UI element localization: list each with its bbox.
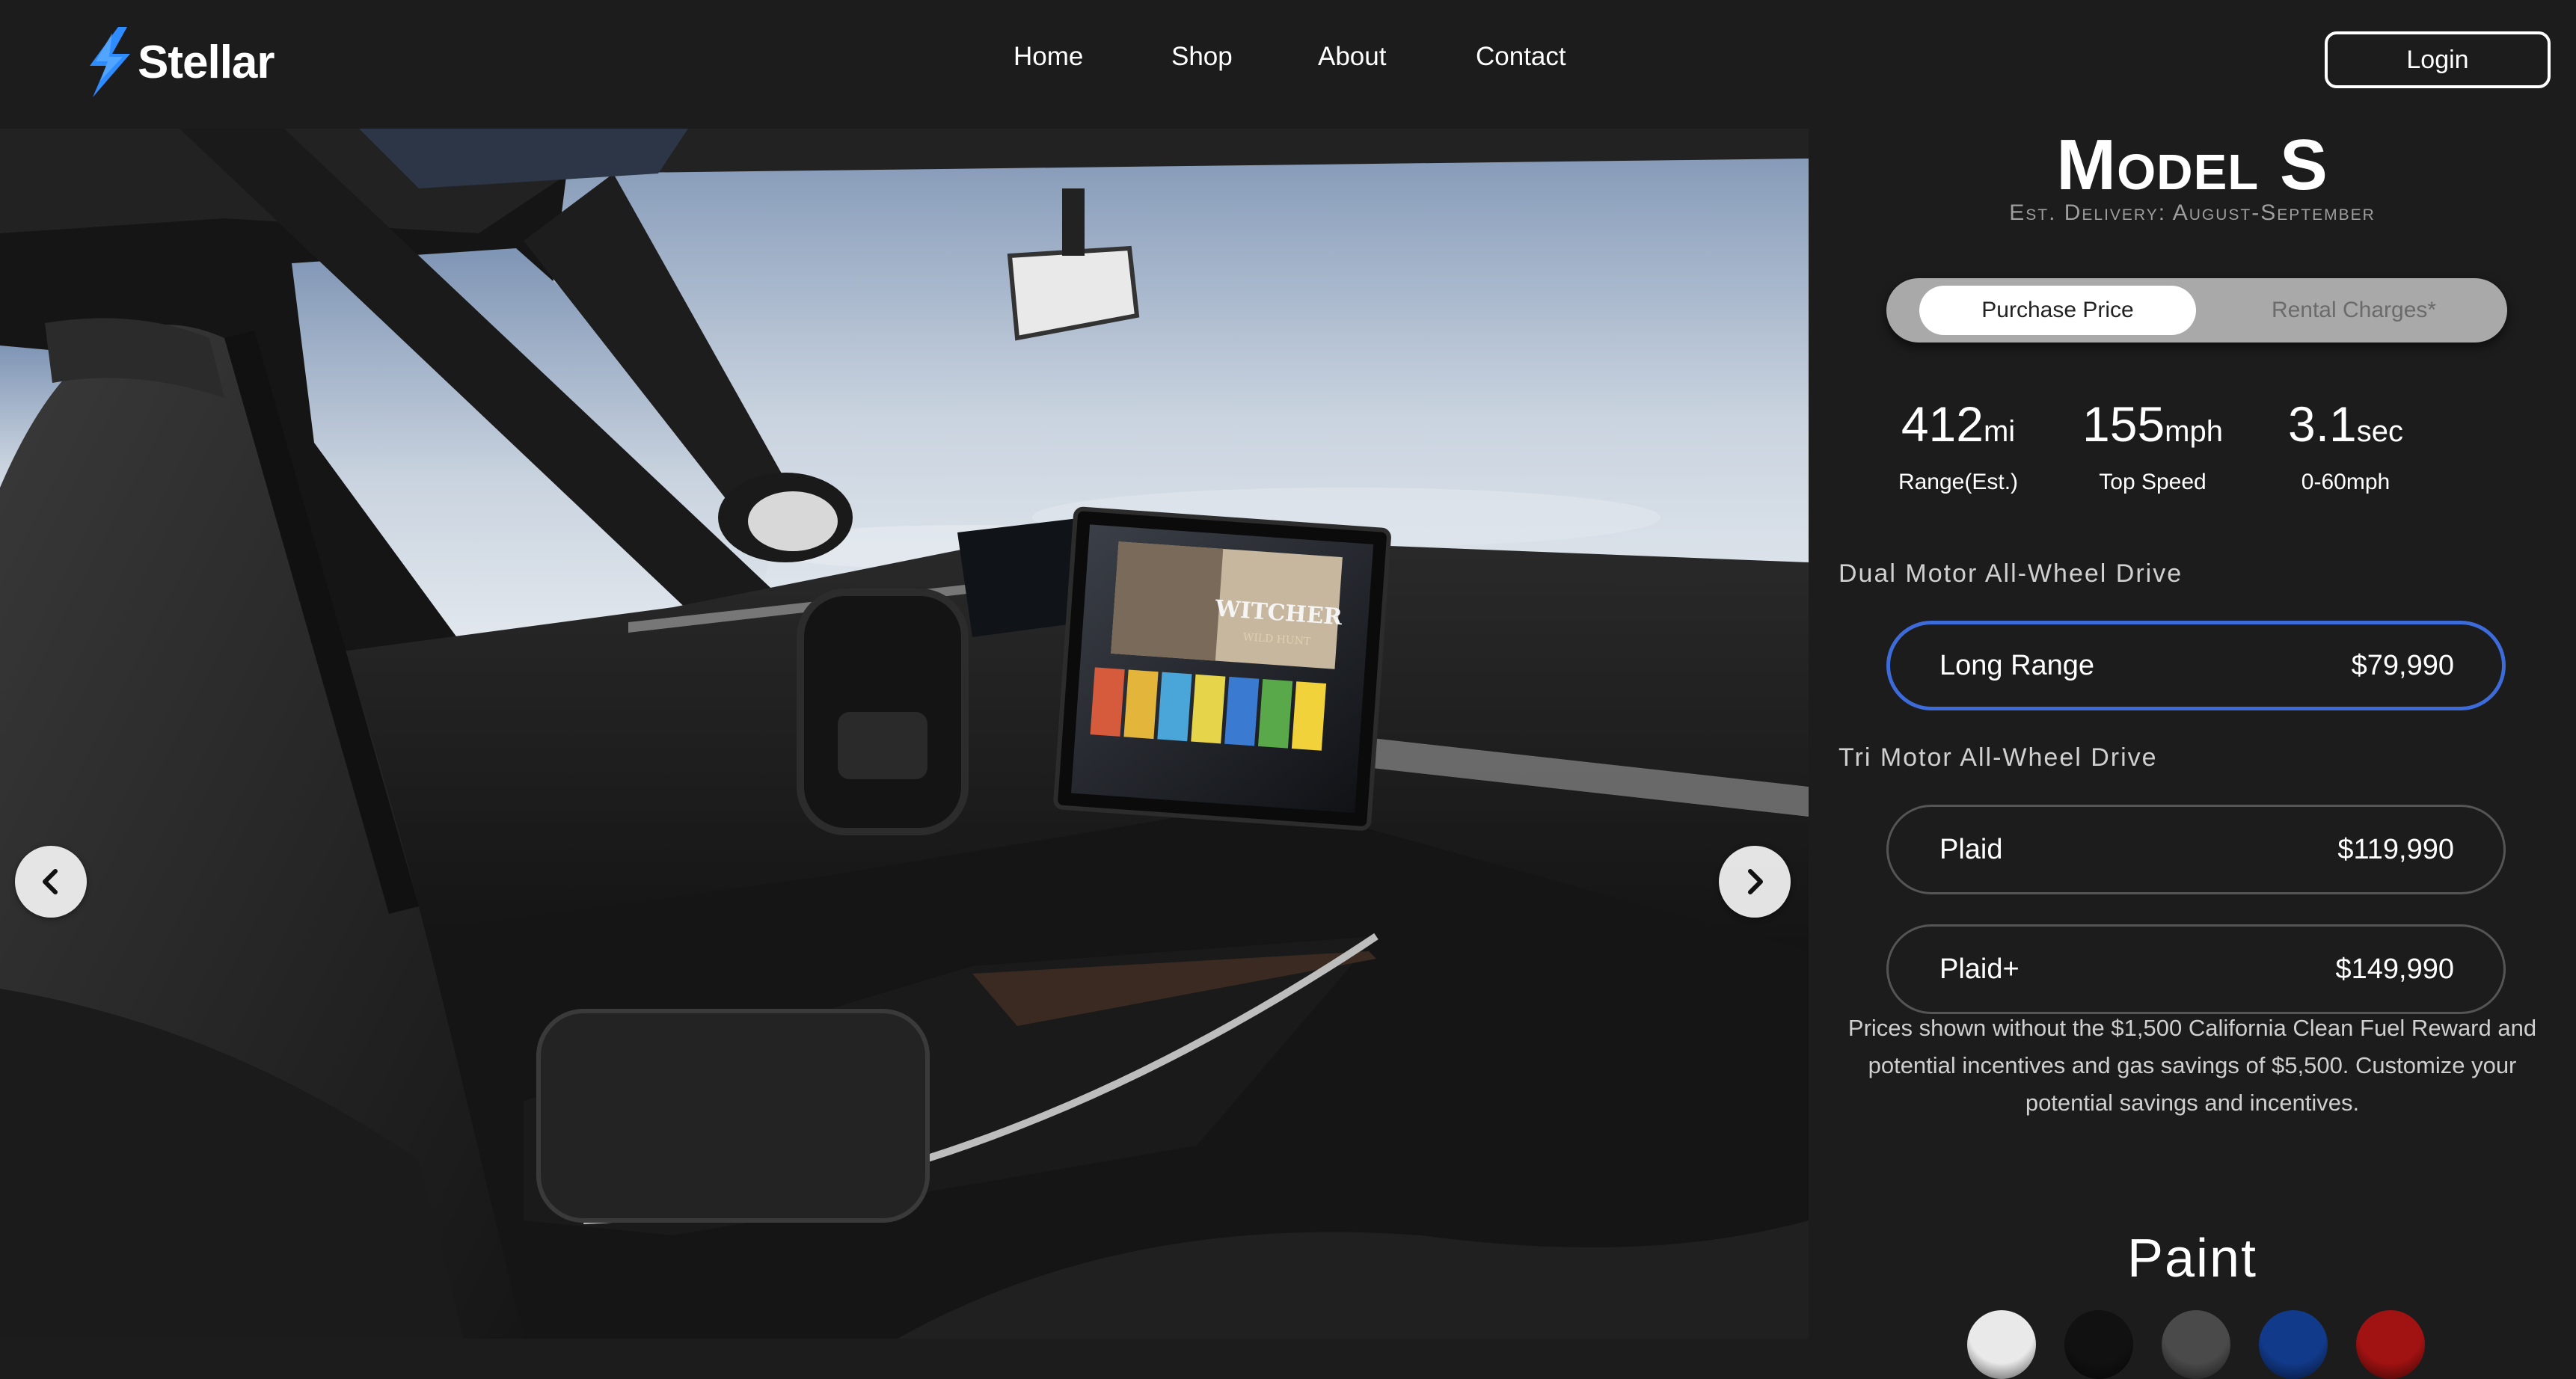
paint-swatch-blue[interactable] bbox=[2259, 1310, 2328, 1379]
stat-acceleration: 3.1sec 0-60mph bbox=[2248, 390, 2443, 495]
chevron-right-icon bbox=[1748, 869, 1763, 894]
paint-swatch-gray[interactable] bbox=[2162, 1310, 2230, 1379]
trim-name: Long Range bbox=[1939, 649, 2095, 681]
car-interior-image: WITCHER WILD HUNT bbox=[0, 129, 1809, 1339]
trim-name: Plaid+ bbox=[1939, 953, 2020, 985]
trim-option-plaid[interactable]: Plaid $119,990 bbox=[1886, 805, 2506, 894]
stat-acceleration-unit: sec bbox=[2356, 415, 2403, 448]
delivery-estimate: Est. Delivery: August-September bbox=[2009, 200, 2376, 225]
purchase-price-tab[interactable]: Purchase Price bbox=[1919, 286, 2196, 335]
paint-swatches bbox=[1809, 1310, 2576, 1379]
drive-group-label-tri: Tri Motor All-Wheel Drive bbox=[1839, 743, 2158, 772]
spec-stats: 412mi Range(Est.) 155mph Top Speed 3.1se… bbox=[1809, 390, 2576, 510]
site-header: Stellar Home Shop About Contact Login bbox=[0, 0, 2576, 129]
stat-top-speed-label: Top Speed bbox=[2099, 470, 2207, 494]
car-interior-illustration: WITCHER WILD HUNT bbox=[0, 129, 1809, 1339]
nav-contact[interactable]: Contact bbox=[1476, 42, 1566, 72]
paint-swatch-white[interactable] bbox=[1967, 1310, 2036, 1379]
stat-top-speed-unit: mph bbox=[2165, 415, 2223, 448]
rental-charges-tab[interactable]: Rental Charges* bbox=[2215, 286, 2492, 335]
main-nav: Home Shop About Contact bbox=[0, 42, 2576, 78]
stat-range-unit: mi bbox=[1983, 415, 2016, 448]
trim-price: $119,990 bbox=[2337, 833, 2454, 865]
model-title: Model S bbox=[2056, 125, 2328, 205]
trim-name: Plaid bbox=[1939, 833, 2003, 865]
trim-price: $149,990 bbox=[2335, 953, 2455, 985]
login-button[interactable]: Login bbox=[2325, 31, 2551, 88]
paint-heading: Paint bbox=[2126, 1229, 2258, 1289]
stat-acceleration-value: 3.1 bbox=[2288, 396, 2357, 452]
price-toggle: Purchase Price Rental Charges* bbox=[1886, 278, 2507, 343]
nav-home[interactable]: Home bbox=[1013, 42, 1083, 72]
paint-swatch-black[interactable] bbox=[2064, 1310, 2133, 1379]
trim-option-plaid-plus[interactable]: Plaid+ $149,990 bbox=[1886, 924, 2506, 1014]
trim-price: $79,990 bbox=[2351, 649, 2454, 681]
chevron-left-icon bbox=[43, 869, 58, 894]
nav-shop[interactable]: Shop bbox=[1171, 42, 1233, 72]
pricing-disclaimer: Prices shown without the $1,500 Californ… bbox=[1847, 1015, 2537, 1116]
stat-range-label: Range(Est.) bbox=[1898, 470, 2019, 494]
carousel-prev-button[interactable] bbox=[15, 846, 87, 918]
stat-range-value: 412 bbox=[1901, 396, 1984, 452]
trim-option-long-range[interactable]: Long Range $79,990 bbox=[1886, 621, 2506, 710]
nav-about[interactable]: About bbox=[1318, 42, 1386, 72]
stat-top-speed: 155mph Top Speed bbox=[2055, 390, 2250, 495]
paint-swatch-red[interactable] bbox=[2356, 1310, 2425, 1379]
drive-group-label-dual: Dual Motor All-Wheel Drive bbox=[1839, 559, 2183, 588]
stat-range: 412mi Range(Est.) bbox=[1861, 390, 2055, 495]
config-panel: Model S Est. Delivery: August-September … bbox=[1809, 125, 2576, 1379]
stat-top-speed-value: 155 bbox=[2082, 396, 2165, 452]
stat-acceleration-label: 0-60mph bbox=[2301, 470, 2391, 494]
carousel-next-button[interactable] bbox=[1719, 846, 1791, 918]
